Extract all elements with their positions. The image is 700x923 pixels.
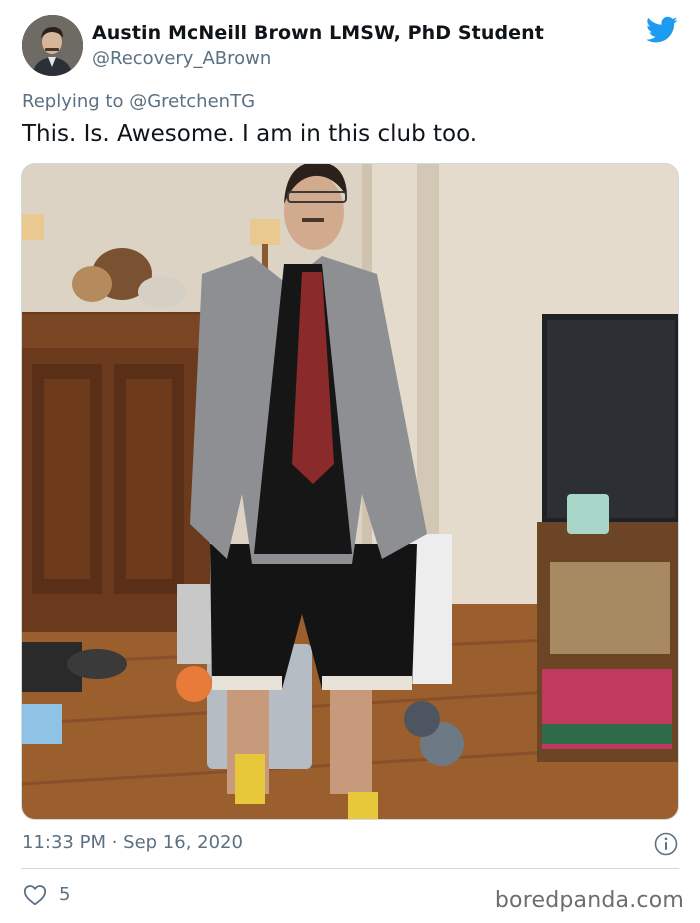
author-name[interactable]: Austin McNeill Brown LMSW, PhD Student (92, 22, 544, 44)
tweet-card: Austin McNeill Brown LMSW, PhD Student @… (0, 0, 700, 923)
watermark: boredpanda.com (494, 888, 684, 913)
heart-icon[interactable] (23, 884, 47, 906)
divider (21, 868, 679, 869)
tweet-timestamp[interactable]: 11:33 PM · Sep 16, 2020 (22, 832, 243, 853)
twitter-bird-icon[interactable] (646, 16, 678, 44)
tweet-photo[interactable] (21, 163, 679, 820)
author-handle[interactable]: @Recovery_ABrown (92, 48, 271, 69)
info-icon[interactable] (654, 832, 678, 856)
avatar[interactable] (22, 15, 83, 76)
reply-context[interactable]: Replying to @GretchenTG (22, 91, 255, 112)
avatar-image (22, 15, 83, 76)
photo-man-in-suit-and-shorts (22, 164, 678, 819)
like-count: 5 (59, 884, 71, 905)
tweet-text: This. Is. Awesome. I am in this club too… (22, 121, 478, 147)
